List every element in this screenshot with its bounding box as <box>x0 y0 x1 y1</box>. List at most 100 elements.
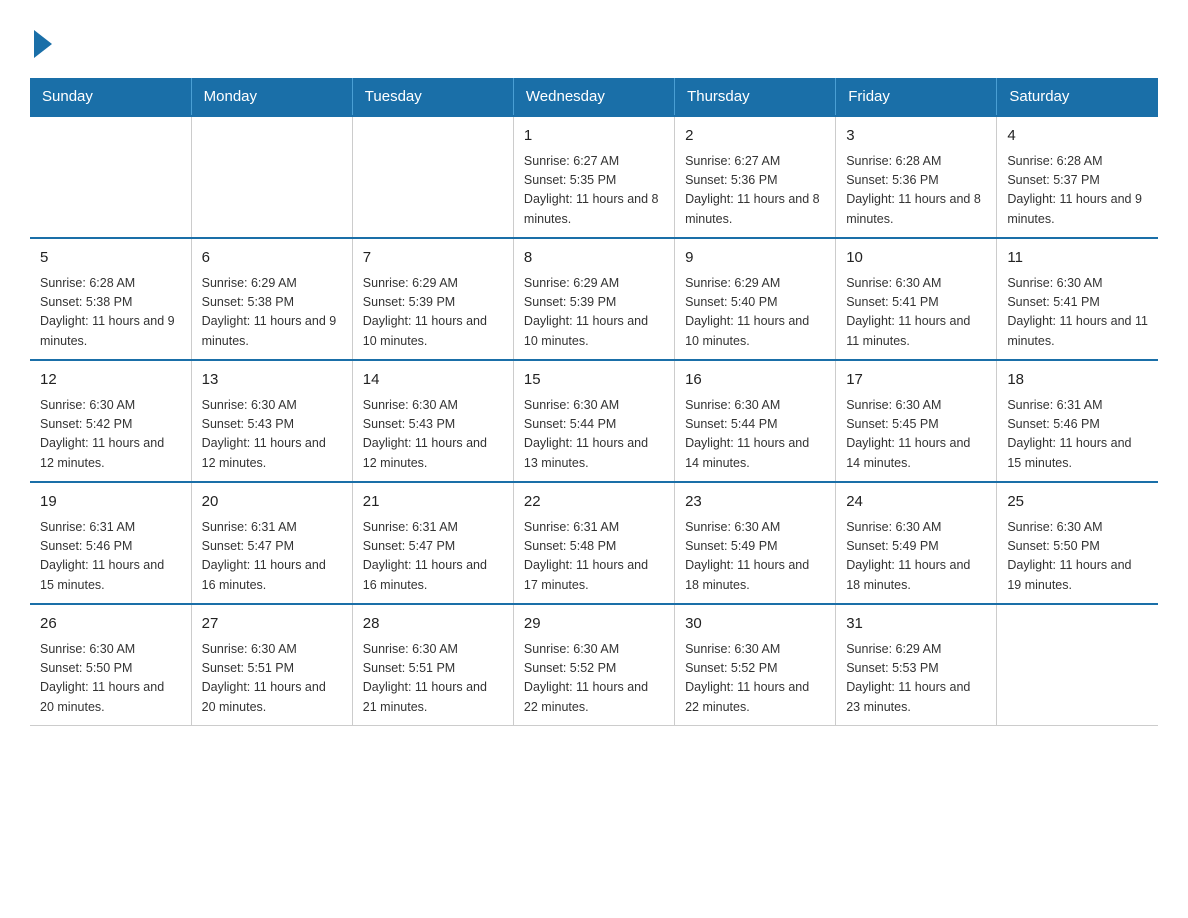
day-info: Sunrise: 6:31 AM Sunset: 5:47 PM Dayligh… <box>363 518 503 596</box>
calendar-cell: 7 Sunrise: 6:29 AM Sunset: 5:39 PM Daylig… <box>352 238 513 360</box>
day-info: Sunrise: 6:28 AM Sunset: 5:38 PM Dayligh… <box>40 274 181 352</box>
page-header <box>30 20 1158 58</box>
week-row-5: 26 Sunrise: 6:30 AM Sunset: 5:50 PM Dayli… <box>30 604 1158 726</box>
day-info: Sunrise: 6:27 AM Sunset: 5:36 PM Dayligh… <box>685 152 825 230</box>
day-info: Sunrise: 6:30 AM Sunset: 5:43 PM Dayligh… <box>202 396 342 474</box>
day-number: 28 <box>363 613 503 636</box>
weekday-header-friday: Friday <box>836 78 997 116</box>
calendar-cell <box>30 116 191 238</box>
calendar-cell: 31Sunrise: 6:29 AM Sunset: 5:53 PM Dayli… <box>836 604 997 726</box>
day-number: 18 <box>1007 369 1148 392</box>
calendar-cell: 1 Sunrise: 6:27 AM Sunset: 5:35 PM Daylig… <box>513 116 674 238</box>
calendar-cell: 10Sunrise: 6:30 AM Sunset: 5:41 PM Dayli… <box>836 238 997 360</box>
day-info: Sunrise: 6:31 AM Sunset: 5:47 PM Dayligh… <box>202 518 342 596</box>
calendar-cell: 5 Sunrise: 6:28 AM Sunset: 5:38 PM Daylig… <box>30 238 191 360</box>
calendar-cell <box>997 604 1158 726</box>
calendar-cell: 29 Sunrise: 6:30 AM Sunset: 5:52 PM Dayli… <box>513 604 674 726</box>
calendar-cell: 17 Sunrise: 6:30 AM Sunset: 5:45 PM Dayli… <box>836 360 997 482</box>
calendar-cell: 12 Sunrise: 6:30 AM Sunset: 5:42 PM Dayli… <box>30 360 191 482</box>
day-number: 21 <box>363 491 503 514</box>
day-info: Sunrise: 6:30 AM Sunset: 5:51 PM Dayligh… <box>363 640 503 718</box>
weekday-header-thursday: Thursday <box>675 78 836 116</box>
calendar-cell: 13 Sunrise: 6:30 AM Sunset: 5:43 PM Dayli… <box>191 360 352 482</box>
day-number: 8 <box>524 247 664 270</box>
day-number: 24 <box>846 491 986 514</box>
day-info: Sunrise: 6:29 AM Sunset: 5:39 PM Dayligh… <box>524 274 664 352</box>
day-info: Sunrise: 6:30 AM Sunset: 5:52 PM Dayligh… <box>524 640 664 718</box>
day-number: 19 <box>40 491 181 514</box>
week-row-2: 5 Sunrise: 6:28 AM Sunset: 5:38 PM Daylig… <box>30 238 1158 360</box>
calendar-cell: 11 Sunrise: 6:30 AM Sunset: 5:41 PM Dayli… <box>997 238 1158 360</box>
day-number: 30 <box>685 613 825 636</box>
calendar-cell: 27 Sunrise: 6:30 AM Sunset: 5:51 PM Dayli… <box>191 604 352 726</box>
calendar-cell: 25Sunrise: 6:30 AM Sunset: 5:50 PM Dayli… <box>997 482 1158 604</box>
week-row-1: 1 Sunrise: 6:27 AM Sunset: 5:35 PM Daylig… <box>30 116 1158 238</box>
day-info: Sunrise: 6:30 AM Sunset: 5:49 PM Dayligh… <box>846 518 986 596</box>
day-number: 5 <box>40 247 181 270</box>
day-info: Sunrise: 6:29 AM Sunset: 5:39 PM Dayligh… <box>363 274 503 352</box>
day-number: 2 <box>685 125 825 148</box>
calendar-cell: 15 Sunrise: 6:30 AM Sunset: 5:44 PM Dayli… <box>513 360 674 482</box>
calendar-cell: 8 Sunrise: 6:29 AM Sunset: 5:39 PM Daylig… <box>513 238 674 360</box>
day-info: Sunrise: 6:28 AM Sunset: 5:37 PM Dayligh… <box>1007 152 1148 230</box>
day-info: Sunrise: 6:30 AM Sunset: 5:52 PM Dayligh… <box>685 640 825 718</box>
day-info: Sunrise: 6:30 AM Sunset: 5:44 PM Dayligh… <box>524 396 664 474</box>
day-number: 20 <box>202 491 342 514</box>
calendar-cell <box>191 116 352 238</box>
calendar-cell: 20 Sunrise: 6:31 AM Sunset: 5:47 PM Dayli… <box>191 482 352 604</box>
calendar-cell: 2 Sunrise: 6:27 AM Sunset: 5:36 PM Daylig… <box>675 116 836 238</box>
weekday-header-wednesday: Wednesday <box>513 78 674 116</box>
day-info: Sunrise: 6:28 AM Sunset: 5:36 PM Dayligh… <box>846 152 986 230</box>
day-number: 12 <box>40 369 181 392</box>
day-number: 1 <box>524 125 664 148</box>
day-number: 9 <box>685 247 825 270</box>
day-number: 23 <box>685 491 825 514</box>
day-info: Sunrise: 6:27 AM Sunset: 5:35 PM Dayligh… <box>524 152 664 230</box>
day-info: Sunrise: 6:31 AM Sunset: 5:46 PM Dayligh… <box>40 518 181 596</box>
weekday-header-tuesday: Tuesday <box>352 78 513 116</box>
calendar-cell <box>352 116 513 238</box>
day-number: 13 <box>202 369 342 392</box>
calendar-cell: 14 Sunrise: 6:30 AM Sunset: 5:43 PM Dayli… <box>352 360 513 482</box>
day-number: 31 <box>846 613 986 636</box>
calendar-cell: 3 Sunrise: 6:28 AM Sunset: 5:36 PM Daylig… <box>836 116 997 238</box>
calendar-cell: 16Sunrise: 6:30 AM Sunset: 5:44 PM Dayli… <box>675 360 836 482</box>
day-info: Sunrise: 6:31 AM Sunset: 5:46 PM Dayligh… <box>1007 396 1148 474</box>
calendar-cell: 21 Sunrise: 6:31 AM Sunset: 5:47 PM Dayli… <box>352 482 513 604</box>
calendar-cell: 18 Sunrise: 6:31 AM Sunset: 5:46 PM Dayli… <box>997 360 1158 482</box>
day-number: 6 <box>202 247 342 270</box>
weekday-header-row: SundayMondayTuesdayWednesdayThursdayFrid… <box>30 78 1158 116</box>
day-info: Sunrise: 6:31 AM Sunset: 5:48 PM Dayligh… <box>524 518 664 596</box>
day-number: 25 <box>1007 491 1148 514</box>
day-number: 11 <box>1007 247 1148 270</box>
day-info: Sunrise: 6:30 AM Sunset: 5:42 PM Dayligh… <box>40 396 181 474</box>
calendar-cell: 28 Sunrise: 6:30 AM Sunset: 5:51 PM Dayli… <box>352 604 513 726</box>
day-info: Sunrise: 6:30 AM Sunset: 5:41 PM Dayligh… <box>1007 274 1148 352</box>
calendar-cell: 24 Sunrise: 6:30 AM Sunset: 5:49 PM Dayli… <box>836 482 997 604</box>
day-info: Sunrise: 6:30 AM Sunset: 5:41 PM Dayligh… <box>846 274 986 352</box>
logo <box>30 30 52 58</box>
day-number: 29 <box>524 613 664 636</box>
week-row-4: 19 Sunrise: 6:31 AM Sunset: 5:46 PM Dayli… <box>30 482 1158 604</box>
calendar-cell: 23 Sunrise: 6:30 AM Sunset: 5:49 PM Dayli… <box>675 482 836 604</box>
day-info: Sunrise: 6:30 AM Sunset: 5:49 PM Dayligh… <box>685 518 825 596</box>
day-info: Sunrise: 6:30 AM Sunset: 5:45 PM Dayligh… <box>846 396 986 474</box>
day-number: 27 <box>202 613 342 636</box>
day-info: Sunrise: 6:30 AM Sunset: 5:43 PM Dayligh… <box>363 396 503 474</box>
day-number: 14 <box>363 369 503 392</box>
day-number: 3 <box>846 125 986 148</box>
day-info: Sunrise: 6:29 AM Sunset: 5:38 PM Dayligh… <box>202 274 342 352</box>
day-number: 15 <box>524 369 664 392</box>
calendar-cell: 9Sunrise: 6:29 AM Sunset: 5:40 PM Daylig… <box>675 238 836 360</box>
calendar-cell: 6 Sunrise: 6:29 AM Sunset: 5:38 PM Daylig… <box>191 238 352 360</box>
day-number: 16 <box>685 369 825 392</box>
day-info: Sunrise: 6:30 AM Sunset: 5:51 PM Dayligh… <box>202 640 342 718</box>
day-info: Sunrise: 6:30 AM Sunset: 5:50 PM Dayligh… <box>40 640 181 718</box>
calendar-cell: 22Sunrise: 6:31 AM Sunset: 5:48 PM Dayli… <box>513 482 674 604</box>
day-number: 17 <box>846 369 986 392</box>
weekday-header-sunday: Sunday <box>30 78 191 116</box>
calendar-table: SundayMondayTuesdayWednesdayThursdayFrid… <box>30 78 1158 726</box>
calendar-cell: 30 Sunrise: 6:30 AM Sunset: 5:52 PM Dayli… <box>675 604 836 726</box>
day-number: 26 <box>40 613 181 636</box>
day-number: 7 <box>363 247 503 270</box>
